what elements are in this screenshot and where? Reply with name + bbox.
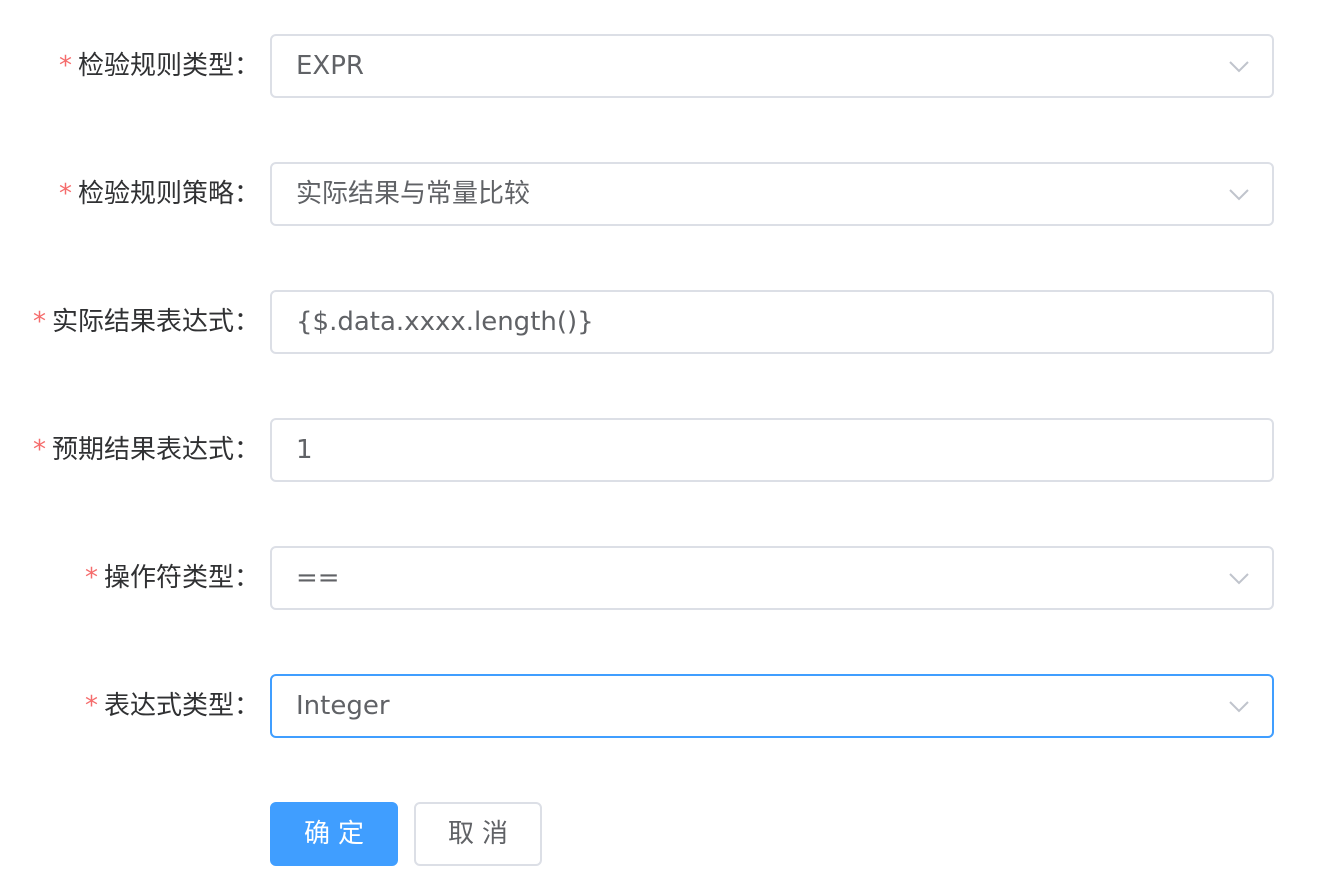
required-mark: *	[32, 307, 46, 337]
form-row-actual-expr: * 实际结果表达式： {$.data.xxxx.length()}	[0, 290, 1320, 354]
rule-strategy-label-text: 检验规则策略：	[77, 179, 260, 209]
required-mark: *	[58, 51, 72, 81]
expected-expr-label-text: 预期结果表达式：	[51, 435, 260, 465]
expected-expr-input[interactable]: 1	[270, 418, 1274, 482]
expr-type-label-text: 表达式类型：	[103, 691, 260, 721]
confirm-button[interactable]: 确定	[270, 802, 398, 866]
rule-type-select[interactable]: EXPR	[270, 34, 1274, 98]
rule-type-label-text: 检验规则类型：	[77, 51, 260, 81]
form-row-expected-expr: * 预期结果表达式： 1	[0, 418, 1320, 482]
required-mark: *	[84, 563, 98, 593]
actual-expr-label: * 实际结果表达式：	[33, 290, 260, 354]
rule-strategy-select[interactable]: 实际结果与常量比较	[270, 162, 1274, 226]
form-row-operator-type: * 操作符类型： ==	[0, 546, 1320, 610]
expr-type-select[interactable]: Integer	[270, 674, 1274, 738]
required-mark: *	[84, 691, 98, 721]
operator-type-value: ==	[296, 563, 340, 593]
expr-type-label: * 表达式类型：	[85, 674, 260, 738]
chevron-down-icon	[1229, 701, 1249, 713]
chevron-down-icon	[1229, 573, 1249, 585]
rule-type-value: EXPR	[296, 51, 364, 81]
chevron-down-icon	[1229, 189, 1249, 201]
required-mark: *	[58, 179, 72, 209]
rule-type-label: * 检验规则类型：	[59, 34, 260, 98]
expected-expr-label: * 预期结果表达式：	[33, 418, 260, 482]
rule-strategy-label: * 检验规则策略：	[59, 162, 260, 226]
form-row-rule-type: * 检验规则类型： EXPR	[0, 34, 1320, 98]
operator-type-select[interactable]: ==	[270, 546, 1274, 610]
actual-expr-value: {$.data.xxxx.length()}	[296, 307, 594, 337]
required-mark: *	[32, 435, 46, 465]
chevron-down-icon	[1229, 61, 1249, 73]
form-row-rule-strategy: * 检验规则策略： 实际结果与常量比较	[0, 162, 1320, 226]
operator-type-label: * 操作符类型：	[85, 546, 260, 610]
expected-expr-value: 1	[296, 435, 313, 465]
operator-type-label-text: 操作符类型：	[103, 563, 260, 593]
form-row-expr-type: * 表达式类型： Integer	[0, 674, 1320, 738]
actual-expr-label-text: 实际结果表达式：	[51, 307, 260, 337]
cancel-button[interactable]: 取消	[414, 802, 542, 866]
rule-strategy-value: 实际结果与常量比较	[296, 179, 531, 209]
actual-expr-input[interactable]: {$.data.xxxx.length()}	[270, 290, 1274, 354]
expr-type-value: Integer	[296, 691, 390, 721]
rule-form: * 检验规则类型： EXPR * 检验规则策略： 实际结果与常量比较 * 实际结果表达…	[0, 0, 1320, 894]
